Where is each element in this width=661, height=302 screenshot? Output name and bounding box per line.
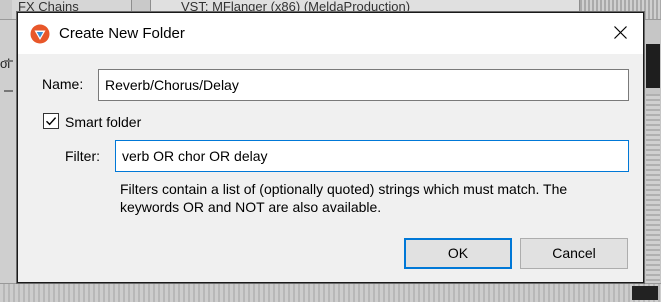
dialog-title: Create New Folder [59, 25, 185, 42]
name-label: Name: [42, 76, 84, 92]
filter-help-line: Filters contain a list of (optionally qu… [120, 181, 568, 197]
background-bottom-block [632, 286, 658, 300]
background-bottom-strip [0, 283, 661, 302]
dialog-titlebar[interactable]: Create New Folder [18, 13, 643, 54]
background-right-ticks [646, 94, 660, 289]
background-left-panel: ol [0, 20, 17, 302]
filter-help-text: Filters contain a list of (optionally qu… [120, 180, 630, 216]
filter-label: Filter: [65, 148, 100, 164]
background-left-mark [4, 60, 13, 62]
reaper-logo-icon [30, 24, 50, 44]
filter-input[interactable]: verb OR chor OR delay [115, 140, 629, 172]
cancel-button[interactable]: Cancel [520, 238, 628, 269]
close-icon [613, 25, 627, 42]
filter-help-line: keywords OR and NOT are also available. [120, 199, 382, 215]
create-new-folder-dialog: Create New Folder Name: Reverb/Chorus/De… [17, 12, 644, 283]
close-button[interactable] [597, 13, 643, 54]
background-left-mark [4, 90, 13, 92]
name-input[interactable]: Reverb/Chorus/Delay [98, 69, 629, 101]
background-right-meter [646, 44, 660, 88]
smart-folder-label[interactable]: Smart folder [65, 114, 141, 130]
ok-button[interactable]: OK [404, 238, 512, 269]
background-left-text: ol [0, 56, 11, 71]
smart-folder-checkbox[interactable] [43, 113, 59, 129]
